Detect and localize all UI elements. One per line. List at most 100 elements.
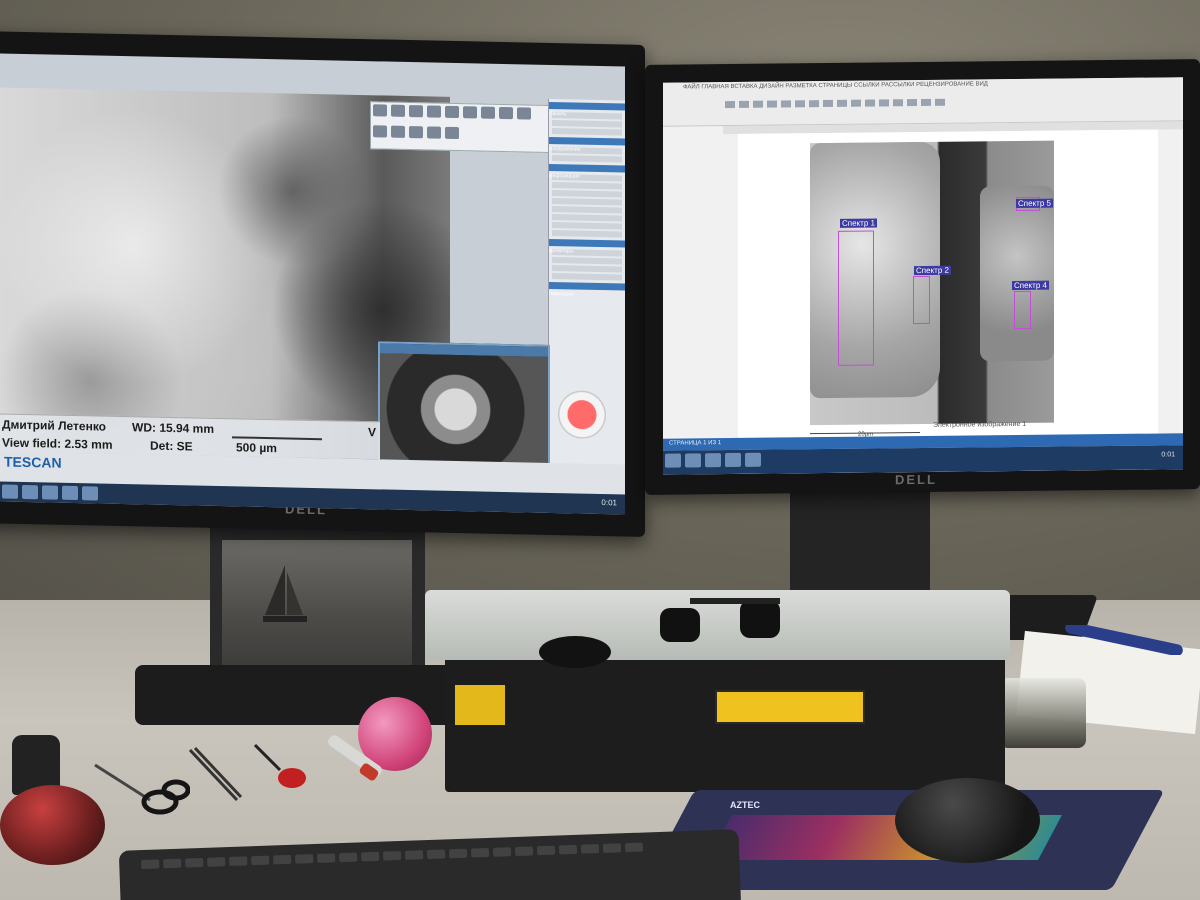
- find-icon[interactable]: [935, 98, 945, 106]
- key[interactable]: [580, 844, 600, 854]
- media-icon[interactable]: [62, 485, 78, 501]
- tool-case-latch[interactable]: [715, 690, 865, 724]
- sailboat-icon: [263, 565, 307, 622]
- key[interactable]: [470, 847, 490, 858]
- browser-icon[interactable]: [22, 484, 38, 500]
- key[interactable]: [207, 857, 226, 867]
- key[interactable]: [251, 855, 270, 866]
- key[interactable]: [536, 845, 556, 856]
- panel-row[interactable]: [552, 222, 622, 230]
- align-left-icon[interactable]: [795, 100, 805, 108]
- view-field: View field: 2.53 mm: [2, 435, 113, 452]
- zoom-tool-icon[interactable]: [499, 106, 513, 120]
- page-counter[interactable]: СТРАНИЦА 1 ИЗ 1: [669, 440, 721, 447]
- key[interactable]: [448, 848, 468, 859]
- line-tool-icon[interactable]: [409, 105, 423, 118]
- app-icon[interactable]: [745, 452, 761, 467]
- panel-section-header[interactable]: Навигация: [549, 281, 625, 297]
- tool-case-latch-left[interactable]: [455, 685, 505, 725]
- panel-row[interactable]: [552, 257, 622, 265]
- underline-icon[interactable]: [767, 100, 777, 108]
- folder-icon[interactable]: [705, 453, 721, 468]
- key[interactable]: [426, 849, 446, 860]
- start-button-icon[interactable]: [2, 484, 18, 499]
- trackball[interactable]: [0, 785, 105, 865]
- brush-tool-icon[interactable]: [481, 106, 495, 119]
- document-page[interactable]: Спектр 1 Спектр 2 Спектр 4 Спектр 5 20µm…: [738, 129, 1158, 474]
- key[interactable]: [514, 846, 534, 857]
- bold-icon[interactable]: [739, 100, 749, 108]
- browser-icon[interactable]: [685, 453, 701, 468]
- style-icon[interactable]: [907, 99, 917, 107]
- key[interactable]: [602, 843, 622, 853]
- red-screwdriver: [253, 743, 306, 788]
- key[interactable]: [141, 859, 160, 870]
- panel-row[interactable]: [552, 128, 622, 136]
- computer-mouse[interactable]: [895, 778, 1040, 863]
- color-icon[interactable]: [781, 100, 791, 108]
- key[interactable]: [558, 844, 578, 855]
- folder-icon[interactable]: [42, 485, 58, 500]
- key[interactable]: [317, 853, 336, 863]
- color-tool-icon[interactable]: [445, 126, 459, 140]
- spectrum-1-label: Спектр 1: [840, 218, 877, 228]
- ellipse-tool-icon[interactable]: [409, 126, 423, 139]
- spectrum-2-region: [913, 275, 930, 325]
- panel-row[interactable]: [552, 265, 622, 273]
- key[interactable]: [273, 854, 292, 865]
- panel-section-header[interactable]: Панель: [549, 101, 625, 117]
- crop-tool-icon[interactable]: [517, 107, 531, 120]
- panel-row[interactable]: [552, 273, 622, 281]
- key[interactable]: [163, 858, 182, 869]
- select-tool-icon[interactable]: [373, 104, 387, 117]
- style-icon[interactable]: [879, 99, 889, 107]
- particle-right: [980, 185, 1054, 362]
- style-icon[interactable]: [921, 98, 931, 107]
- panel-row[interactable]: [552, 214, 622, 222]
- navigation-ring[interactable]: [558, 390, 606, 440]
- panel-section-header[interactable]: Информация: [549, 163, 625, 180]
- indent-icon[interactable]: [851, 99, 861, 107]
- blue-pen: [1065, 625, 1183, 655]
- spectrum-4-label: Спектр 4: [1012, 280, 1049, 291]
- font-icon[interactable]: [725, 100, 735, 109]
- key[interactable]: [404, 850, 424, 860]
- panel-row[interactable]: [552, 206, 622, 214]
- panel-section-header[interactable]: Детекторы: [549, 238, 625, 254]
- panel-row[interactable]: [552, 198, 622, 206]
- panel-row[interactable]: [552, 155, 622, 163]
- left-clock: 0:01: [601, 498, 617, 508]
- key[interactable]: [382, 850, 402, 861]
- panel-row[interactable]: [552, 182, 622, 190]
- key[interactable]: [624, 842, 644, 853]
- arrow-tool-icon[interactable]: [427, 126, 441, 139]
- align-right-icon[interactable]: [823, 99, 833, 108]
- key[interactable]: [229, 856, 248, 866]
- panel-row[interactable]: [552, 120, 622, 128]
- move-tool-icon[interactable]: [391, 104, 405, 117]
- measure-tool-icon[interactable]: [445, 105, 459, 119]
- rectangle-tool-icon[interactable]: [391, 125, 405, 138]
- style-icon[interactable]: [893, 99, 903, 107]
- app-icon[interactable]: [82, 486, 98, 501]
- style-icon[interactable]: [865, 99, 875, 107]
- word-icon[interactable]: [725, 452, 741, 468]
- key[interactable]: [185, 857, 204, 868]
- key[interactable]: [360, 851, 380, 862]
- key[interactable]: [295, 854, 314, 864]
- angle-tool-icon[interactable]: [463, 106, 477, 119]
- left-monitor: DELL Панель Изображение Информация Детек…: [0, 31, 645, 537]
- panel-row[interactable]: [552, 230, 622, 238]
- ribbon-tabs[interactable]: ФАЙЛ ГЛАВНАЯ ВСТАВКА ДИЗАЙН РАЗМЕТКА СТР…: [683, 81, 988, 90]
- list-icon[interactable]: [837, 99, 847, 107]
- text-tool-icon[interactable]: [373, 125, 387, 138]
- start-button-icon[interactable]: [665, 453, 681, 468]
- panel-section-header[interactable]: Изображение: [549, 136, 625, 153]
- bse-electron-image[interactable]: Спектр 1 Спектр 2 Спектр 4 Спектр 5: [810, 140, 1054, 426]
- key[interactable]: [492, 847, 512, 857]
- italic-icon[interactable]: [753, 100, 763, 108]
- panel-row[interactable]: [552, 190, 622, 198]
- pen-tool-icon[interactable]: [427, 105, 441, 118]
- align-center-icon[interactable]: [809, 100, 819, 108]
- key[interactable]: [339, 852, 358, 863]
